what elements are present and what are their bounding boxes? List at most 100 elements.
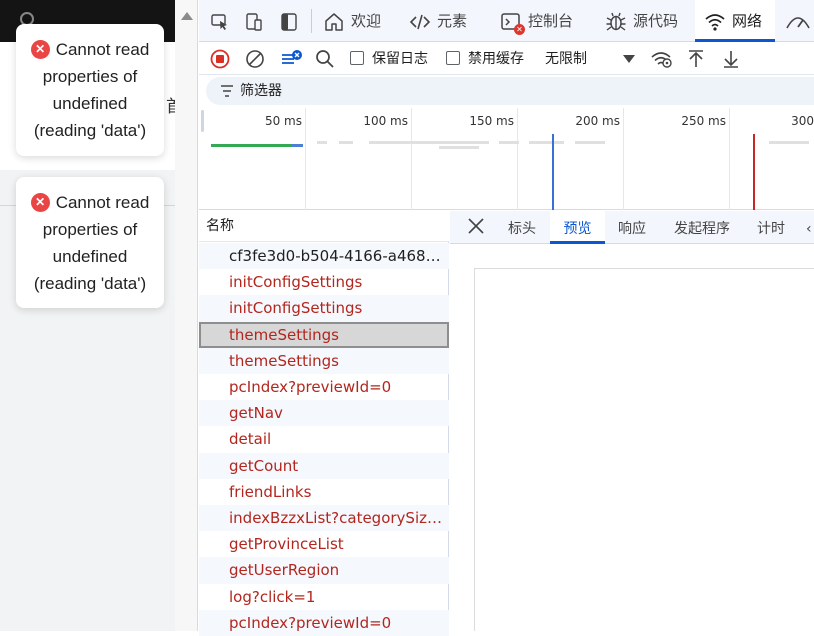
network-toolbar: 保留日志 禁用缓存 无限制 [199,43,814,75]
overview-request-bar [529,141,564,144]
devtools-panel: 欢迎 元素 控制台 ✕ 源代码 网络 保留日志 禁用缓存 无限制 筛选器 50 … [199,0,814,636]
error-toast: ✕ Cannot read properties of undefined (re… [16,177,164,308]
request-row[interactable]: getNav [199,400,449,427]
tab-timing[interactable]: 计时 [750,211,792,244]
toolbar-separator [311,9,312,33]
overview-request-bar [499,141,519,144]
overview-gridline [729,108,730,210]
request-row[interactable]: getUserRegion [199,557,449,584]
filter-icon [221,85,233,97]
overview-request-bar [339,141,353,144]
tab-label: 控制台 [528,12,574,30]
toast-message: Cannot read properties of undefined (rea… [33,193,150,293]
request-row[interactable]: getCount [199,452,449,479]
tab-elements[interactable]: 元素 [409,0,484,42]
request-row[interactable]: friendLinks [199,479,449,505]
filter-bar[interactable]: 筛选器 [206,77,814,105]
home-icon [325,12,343,31]
export-har-icon[interactable] [721,49,741,69]
disable-cache-label: 禁用缓存 [468,51,524,67]
error-icon: ✕ [30,193,50,212]
overview-tick-label: 100 ms [363,114,408,128]
filter-settings-icon[interactable] [280,49,304,69]
error-count-badge-icon: ✕ [514,24,525,35]
overview-gridline [517,108,518,210]
disable-cache-checkbox[interactable] [446,51,460,65]
tab-console[interactable]: 控制台 ✕ [500,0,592,42]
wifi-icon [705,13,725,31]
device-emulation-icon[interactable] [244,12,264,32]
tab-headers[interactable]: 标头 [502,211,542,244]
name-column-header[interactable]: 名称 [199,211,449,242]
inspect-element-icon[interactable] [210,12,230,32]
import-har-icon[interactable] [686,49,706,69]
request-row[interactable]: indexBzzxList?categorySize=10 [199,505,449,532]
tab-label: 源代码 [633,12,679,30]
request-row[interactable]: themeSettings [199,347,449,374]
more-tabs-icon[interactable]: ‹ [806,211,814,244]
overview-request-bar [575,141,605,144]
inspected-page: 首 ✕ Cannot read properties of undefined (… [0,0,175,631]
filter-label: 筛选器 [240,83,282,99]
overview-tick-label: 250 ms [681,114,726,128]
request-row[interactable]: detail [199,426,449,452]
request-row[interactable]: initConfigSettings [199,295,449,322]
overview-request-bar [291,144,303,147]
request-row[interactable]: initConfigSettings [199,269,449,295]
request-row[interactable]: log?click=1 [199,584,449,610]
page-text-fragment: 首 [166,97,175,117]
overview-range-handle[interactable] [201,110,204,132]
load-event-marker [753,134,755,210]
request-row[interactable]: getProvinceList [199,531,449,557]
close-icon[interactable] [467,217,485,235]
page-scrollbar[interactable] [175,0,198,631]
tab-label: 元素 [437,12,468,30]
overview-gridline [623,108,624,210]
error-toast: ✕ Cannot read properties of undefined (re… [16,24,164,156]
overview-request-bar [369,141,489,144]
toast-message: Cannot read properties of undefined (rea… [33,40,150,140]
devtools-tabbar: 欢迎 元素 控制台 ✕ 源代码 网络 [199,0,814,42]
dom-content-loaded-marker [552,134,554,210]
scroll-up-arrow-icon[interactable] [181,12,193,20]
request-list: 名称 cf3fe3d0-b504-4166-a468-a1b2c3d4e5f6i… [199,211,449,636]
search-icon[interactable] [315,49,335,69]
tab-label: 网络 [732,12,763,30]
bug-icon [606,12,626,31]
preserve-log-checkbox[interactable] [350,51,364,65]
network-conditions-icon[interactable] [650,49,674,69]
dock-side-icon[interactable] [279,12,299,32]
detail-tabbar: 标头 预览 响应 发起程序 计时 ‹ [450,211,814,244]
record-stop-icon[interactable] [210,49,230,69]
performance-gauge-icon[interactable] [785,12,811,32]
tab-sources[interactable]: 源代码 [605,0,687,42]
overview-request-bar [439,146,479,149]
overview-gridline [305,108,306,210]
tab-response[interactable]: 响应 [612,211,652,244]
preserve-log-label: 保留日志 [372,51,428,67]
tab-label: 欢迎 [351,12,382,30]
tab-preview[interactable]: 预览 [550,211,605,244]
tab-welcome[interactable]: 欢迎 [323,0,393,42]
request-row[interactable]: pcIndex?previewId=0 [199,609,449,636]
request-detail-pane: 标头 预览 响应 发起程序 计时 ‹ [450,211,814,631]
overview-request-bar [211,144,291,147]
overview-tick-label: 200 ms [575,114,620,128]
overview-request-bar [769,141,809,144]
overview-gridline [411,108,412,210]
network-overview-timeline[interactable]: 50 ms 100 ms 150 ms 200 ms 250 ms 300 [199,108,814,210]
request-row[interactable]: pcIndex?previewId=0 [199,374,449,400]
tab-initiator[interactable]: 发起程序 [666,211,738,244]
overview-tick-label: 150 ms [469,114,514,128]
clear-icon[interactable] [245,49,265,69]
throttling-select[interactable]: 无限制 [545,43,587,75]
request-row[interactable]: cf3fe3d0-b504-4166-a468-a1b2c3d4e5f6 [199,243,449,270]
overview-tick-label: 50 ms [264,114,302,128]
overview-request-bar [317,141,327,144]
overview-tick-label: 300 [791,114,814,128]
code-icon [409,14,431,29]
dropdown-arrow-icon[interactable] [622,53,636,65]
preview-content [474,268,814,631]
tab-network[interactable]: 网络 [695,0,775,42]
request-row[interactable]: themeSettings [199,321,449,348]
